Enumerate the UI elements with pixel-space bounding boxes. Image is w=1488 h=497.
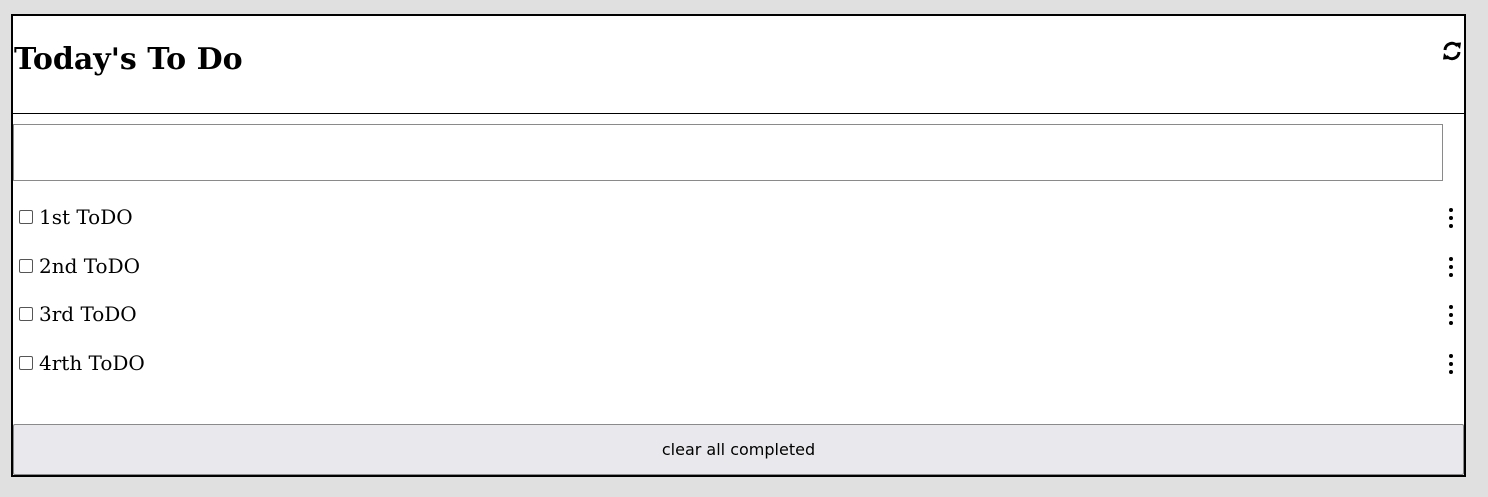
refresh-button[interactable]: [1441, 40, 1463, 62]
todo-label: 4rth ToDO: [39, 350, 145, 375]
kebab-menu-icon[interactable]: [1441, 256, 1461, 278]
kebab-menu-icon[interactable]: [1441, 353, 1461, 375]
refresh-icon: [1443, 41, 1461, 61]
page-title: Today's To Do: [14, 42, 243, 77]
todo-item: 1st ToDO: [13, 194, 1464, 243]
new-todo-input[interactable]: [13, 124, 1443, 181]
todo-app: Today's To Do 1st ToDO 2nd ToDO 3rd ToDO…: [11, 14, 1466, 477]
todo-item: 4rth ToDO: [13, 340, 1464, 389]
todo-checkbox[interactable]: [19, 355, 33, 370]
todo-checkbox[interactable]: [19, 258, 33, 273]
todo-list: 1st ToDO 2nd ToDO 3rd ToDO 4rth ToDO: [13, 194, 1464, 388]
todo-label: 3rd ToDO: [39, 302, 137, 326]
kebab-menu-icon[interactable]: [1441, 304, 1461, 326]
todo-item: 3rd ToDO: [13, 291, 1464, 340]
kebab-menu-icon[interactable]: [1441, 207, 1461, 229]
todo-item: 2nd ToDO: [13, 243, 1464, 292]
todo-checkbox[interactable]: [19, 307, 33, 321]
todo-checkbox[interactable]: [19, 210, 33, 224]
todo-header: Today's To Do: [13, 16, 1464, 114]
clear-completed-button[interactable]: clear all completed: [13, 424, 1464, 475]
todo-label: 1st ToDO: [39, 205, 133, 229]
todo-label: 2nd ToDO: [39, 253, 141, 278]
